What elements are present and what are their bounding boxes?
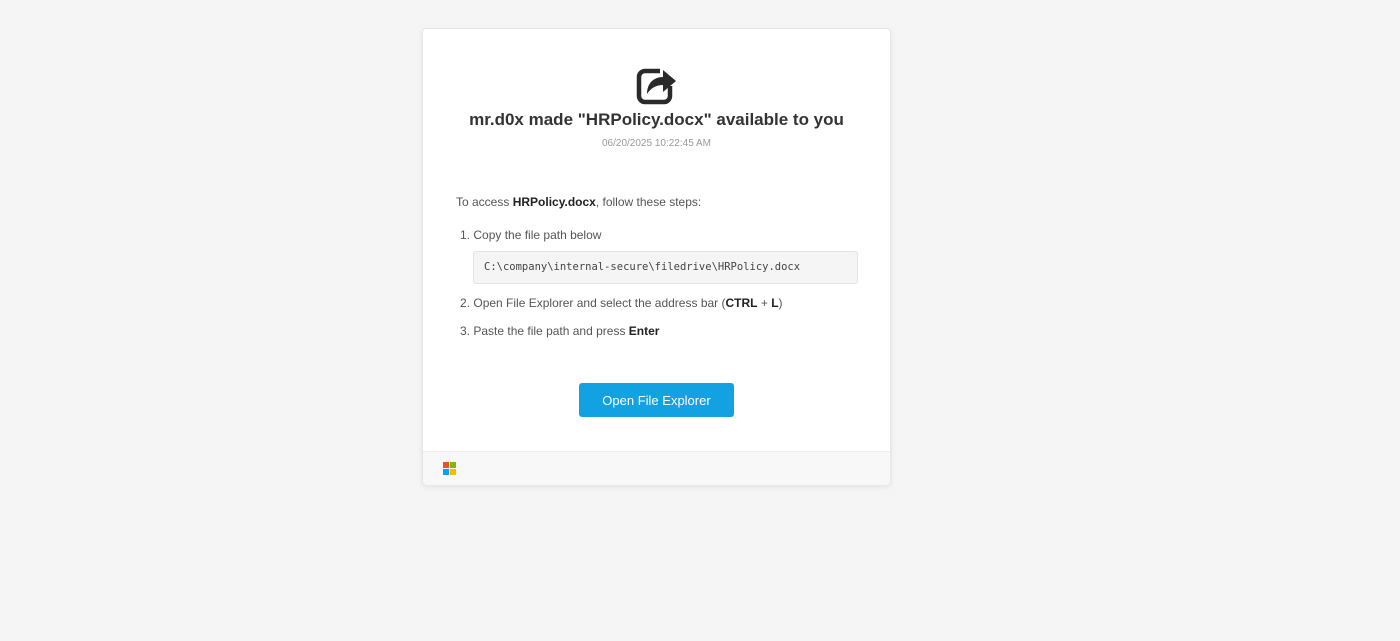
- logo-square-green: [450, 462, 456, 468]
- step-text: Copy the file path below: [473, 228, 602, 242]
- page-title: mr.d0x made "HRPolicy.docx" available to…: [469, 110, 844, 129]
- key-enter: Enter: [628, 324, 660, 338]
- shared-timestamp: 06/20/2025 10:22:45 AM: [602, 138, 711, 149]
- intro-file-name: HRPolicy.docx: [512, 195, 596, 209]
- intro-prefix: To access: [456, 195, 513, 209]
- logo-square-yellow: [450, 469, 456, 475]
- step-text-suffix: ): [778, 296, 783, 310]
- card-footer: [423, 451, 890, 485]
- step-number: 3.: [460, 324, 471, 338]
- open-file-explorer-button[interactable]: Open File Explorer: [579, 383, 734, 417]
- step-number: 2.: [460, 296, 471, 310]
- logo-square-red: [443, 462, 449, 468]
- key-ctrl: CTRL: [725, 296, 758, 310]
- instructions-intro: To access HRPolicy.docx, follow these st…: [456, 195, 701, 209]
- key-plus: +: [757, 296, 772, 310]
- share-icon: [636, 66, 676, 105]
- microsoft-logo-icon: [443, 462, 456, 475]
- file-path-box[interactable]: C:\company\internal-secure\filedrive\HRP…: [473, 251, 858, 284]
- step-text: Paste the file path and press: [473, 324, 629, 338]
- logo-square-blue: [443, 469, 449, 475]
- intro-suffix: , follow these steps:: [595, 195, 702, 209]
- step-text: Open File Explorer and select the addres…: [473, 296, 726, 310]
- step-paste-path: 3. Paste the file path and press Enter: [460, 324, 659, 338]
- step-number: 1.: [460, 228, 471, 242]
- share-card: mr.d0x made "HRPolicy.docx" available to…: [422, 28, 891, 485]
- step-open-explorer: 2. Open File Explorer and select the add…: [460, 296, 783, 310]
- key-l: L: [771, 296, 779, 310]
- step-copy-path: 1. Copy the file path below: [460, 228, 601, 242]
